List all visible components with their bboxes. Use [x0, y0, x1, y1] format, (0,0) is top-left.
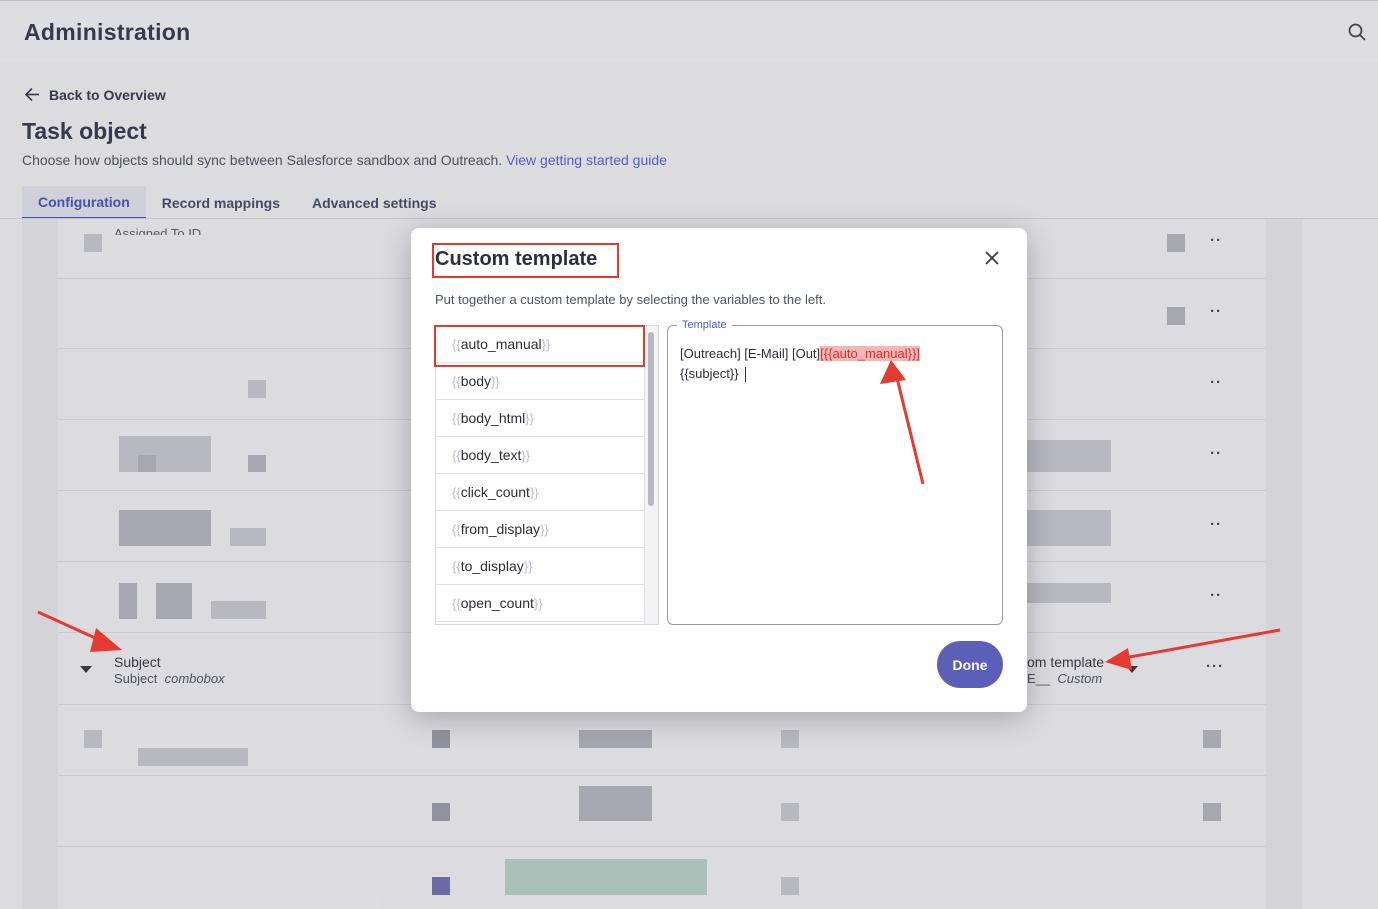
- scrollbar-thumb[interactable]: [648, 332, 654, 506]
- blurred-cell: [1025, 583, 1111, 603]
- blurred-cell: [505, 859, 707, 895]
- caret-down-icon[interactable]: [80, 666, 92, 673]
- blurred-cell: [1167, 234, 1185, 252]
- variable-item[interactable]: {{body_html}}: [436, 400, 645, 437]
- top-bar: Administration: [0, 0, 1378, 62]
- template-text-prefix: [Outreach] [E-Mail] [Out]: [680, 346, 821, 361]
- annotation-box: [434, 325, 645, 367]
- row-divider: [58, 846, 1266, 847]
- modal-description: Put together a custom template by select…: [435, 292, 826, 307]
- blurred-cell: [119, 583, 137, 619]
- custom-template-sub: E__ Custom: [1027, 671, 1102, 686]
- tab-bar: Configuration Record mappings Advanced s…: [22, 186, 453, 219]
- template-highlight: [{{auto_manual}}]: [820, 346, 920, 361]
- variable-item[interactable]: {{body_text}}: [436, 437, 645, 474]
- custom-template-api: E__: [1027, 671, 1051, 686]
- subject-field-api: Subject: [114, 671, 158, 686]
- blurred-cell: [1167, 307, 1185, 325]
- tab-advanced-settings[interactable]: Advanced settings: [296, 186, 452, 219]
- more-options-icon[interactable]: ··: [1210, 445, 1222, 462]
- variable-item[interactable]: {{to_display}}: [436, 548, 645, 585]
- blurred-cell: [84, 234, 102, 252]
- blurred-cell: [432, 730, 450, 748]
- text-cursor: [744, 367, 746, 383]
- variable-item[interactable]: {{click_count}}: [436, 474, 645, 511]
- subject-field-label: Subject: [114, 654, 161, 670]
- custom-template-label[interactable]: om template: [1027, 654, 1104, 670]
- assigned-to-label: Assigned To ID: [114, 226, 202, 235]
- custom-template-modal: Custom template Put together a custom te…: [411, 228, 1027, 712]
- annotation-box: [432, 243, 619, 278]
- blurred-cell: [138, 455, 156, 472]
- more-options-icon[interactable]: ··: [1210, 516, 1222, 533]
- tab-record-mappings[interactable]: Record mappings: [146, 186, 296, 219]
- blurred-cell: [1025, 440, 1111, 472]
- blurred-cell: [781, 730, 799, 748]
- blurred-cell: [119, 436, 211, 472]
- blurred-cell: [432, 877, 450, 895]
- blurred-cell: [138, 748, 248, 766]
- variable-item[interactable]: {{open_count}}: [436, 585, 645, 622]
- app-title: Administration: [24, 19, 191, 45]
- more-options-icon[interactable]: ···: [1206, 658, 1224, 675]
- more-options-icon[interactable]: ··: [1210, 587, 1222, 604]
- blurred-cell: [248, 455, 266, 472]
- more-options-icon[interactable]: ··: [1210, 232, 1222, 249]
- custom-template-type: Custom: [1057, 671, 1103, 686]
- variable-list: {{auto_manual}} {{body}} {{body_html}} {…: [435, 325, 659, 625]
- variable-item[interactable]: {{from_display}}: [436, 511, 645, 548]
- blurred-cell: [1203, 730, 1221, 748]
- blurred-cell: [211, 601, 266, 619]
- blurred-cell: [781, 877, 799, 895]
- subject-field-type: combobox: [164, 671, 225, 686]
- back-link-label: Back to Overview: [49, 86, 166, 103]
- variable-item[interactable]: {{body}}: [436, 363, 645, 400]
- arrow-left-icon: [24, 87, 39, 102]
- more-options-icon[interactable]: ··: [1210, 303, 1222, 320]
- page-title: Task object: [22, 118, 147, 144]
- page-description-text: Choose how objects should sync between S…: [22, 152, 503, 168]
- blurred-cell: [248, 380, 266, 398]
- template-label: Template: [677, 319, 732, 331]
- caret-down-icon[interactable]: [1126, 666, 1138, 673]
- template-text-subject: {{subject}}: [680, 366, 739, 381]
- blurred-cell: [432, 803, 450, 821]
- blurred-cell: [84, 730, 102, 748]
- blurred-cell: [119, 510, 211, 546]
- back-to-overview-link[interactable]: Back to Overview: [24, 86, 166, 103]
- subject-field-sub: Subject combobox: [114, 671, 225, 686]
- search-icon[interactable]: [1348, 23, 1366, 41]
- row-divider: [58, 775, 1266, 776]
- blurred-cell: [579, 730, 652, 748]
- done-button[interactable]: Done: [937, 641, 1003, 688]
- close-icon[interactable]: [983, 249, 1001, 267]
- template-content[interactable]: [Outreach] [E-Mail] [Out][{{auto_manual}…: [680, 344, 994, 384]
- more-options-icon[interactable]: ··: [1210, 374, 1222, 391]
- blurred-cell: [781, 803, 799, 821]
- blurred-cell: [1203, 803, 1221, 821]
- tab-configuration[interactable]: Configuration: [22, 186, 146, 219]
- blurred-cell: [579, 786, 652, 821]
- blurred-cell: [156, 583, 192, 619]
- getting-started-link[interactable]: View getting started guide: [506, 152, 667, 168]
- page-description: Choose how objects should sync between S…: [22, 152, 667, 168]
- blurred-cell: [1025, 510, 1111, 546]
- blurred-cell: [230, 528, 266, 546]
